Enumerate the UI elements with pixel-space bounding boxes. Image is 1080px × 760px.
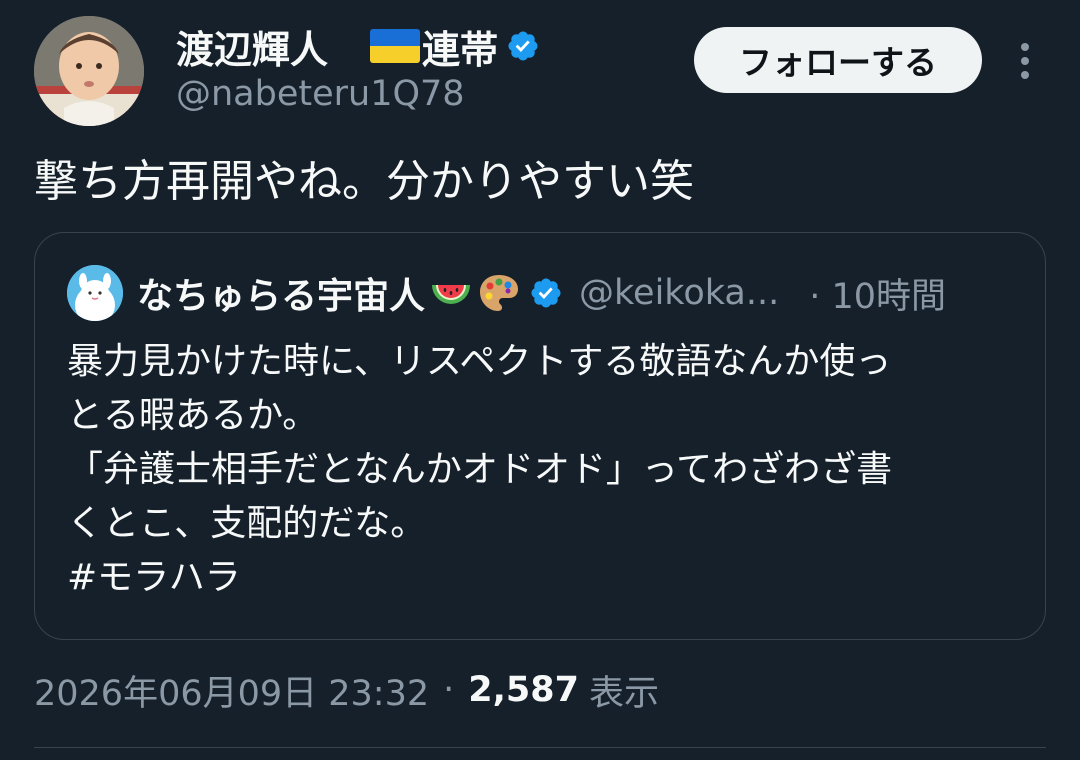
quoted-text-line: くとこ、支配的だな。 [67, 503, 427, 544]
quoted-text-line: 暴力見かけた時に、リスペクトする敬語なんか使っ [67, 341, 892, 382]
quoted-tweet-card[interactable]: なちゅらる宇宙人 @keikoka... · 10時間 暴力見かけた時に、リスペ… [34, 232, 1046, 640]
meta-separator: · [443, 670, 455, 710]
quoted-header: なちゅらる宇宙人 @keikoka... · 10時間 [137, 267, 946, 319]
quoted-text-line: とる暇あるか。 [67, 395, 319, 436]
tweet-meta-row: 2026年06月09日 23:32 · 2,587 表示 [34, 664, 659, 716]
tweet-text: 撃ち方再開やね。分かりやすい笑 [34, 156, 694, 207]
quoted-text-line: 「弁護士相手だとなんかオドオド」ってわざわざ書 [67, 449, 893, 490]
quoted-display-name: なちゅらる宇宙人 [137, 276, 426, 317]
hashtag-link[interactable]: #モラハラ [67, 551, 892, 605]
watermelon-emoji [432, 285, 471, 304]
verified-badge-icon [508, 31, 538, 61]
author-handle[interactable]: @nabeteru1Q78 [176, 74, 465, 114]
quoted-handle: @keikoka... [579, 273, 780, 313]
quoted-author-avatar[interactable] [67, 265, 123, 321]
tweet-detail-view: 渡辺輝人 連帯 @nabeteru1Q78 フォローする 撃ち方再開やね。分かり… [0, 0, 1080, 760]
quoted-tweet-text: 暴力見かけた時に、リスペクトする敬語なんか使っ とる暇あるか。 「弁護士相手だと… [67, 335, 892, 605]
author-avatar[interactable] [34, 16, 144, 126]
author-name-suffix: 連帯 [422, 27, 499, 72]
quoted-avatar-image [67, 265, 123, 321]
quoted-verified-badge-icon [531, 278, 561, 308]
tweet-timestamp[interactable]: 2026年06月09日 23:32 [34, 665, 429, 716]
palette-emoji [480, 275, 519, 311]
divider [34, 747, 1046, 748]
author-name-row[interactable]: 渡辺輝人 連帯 [176, 22, 540, 72]
more-dots-icon [1021, 43, 1029, 79]
view-label: 表示 [589, 673, 660, 714]
ukraine-flag-icon [370, 29, 421, 63]
view-count: 2,587 [468, 670, 579, 710]
author-display-name: 渡辺輝人 [176, 27, 329, 72]
quoted-time: · 10時間 [809, 276, 947, 317]
more-options-button[interactable] [1004, 36, 1046, 86]
follow-button[interactable]: フォローする [694, 27, 982, 93]
avatar-image [34, 16, 144, 126]
